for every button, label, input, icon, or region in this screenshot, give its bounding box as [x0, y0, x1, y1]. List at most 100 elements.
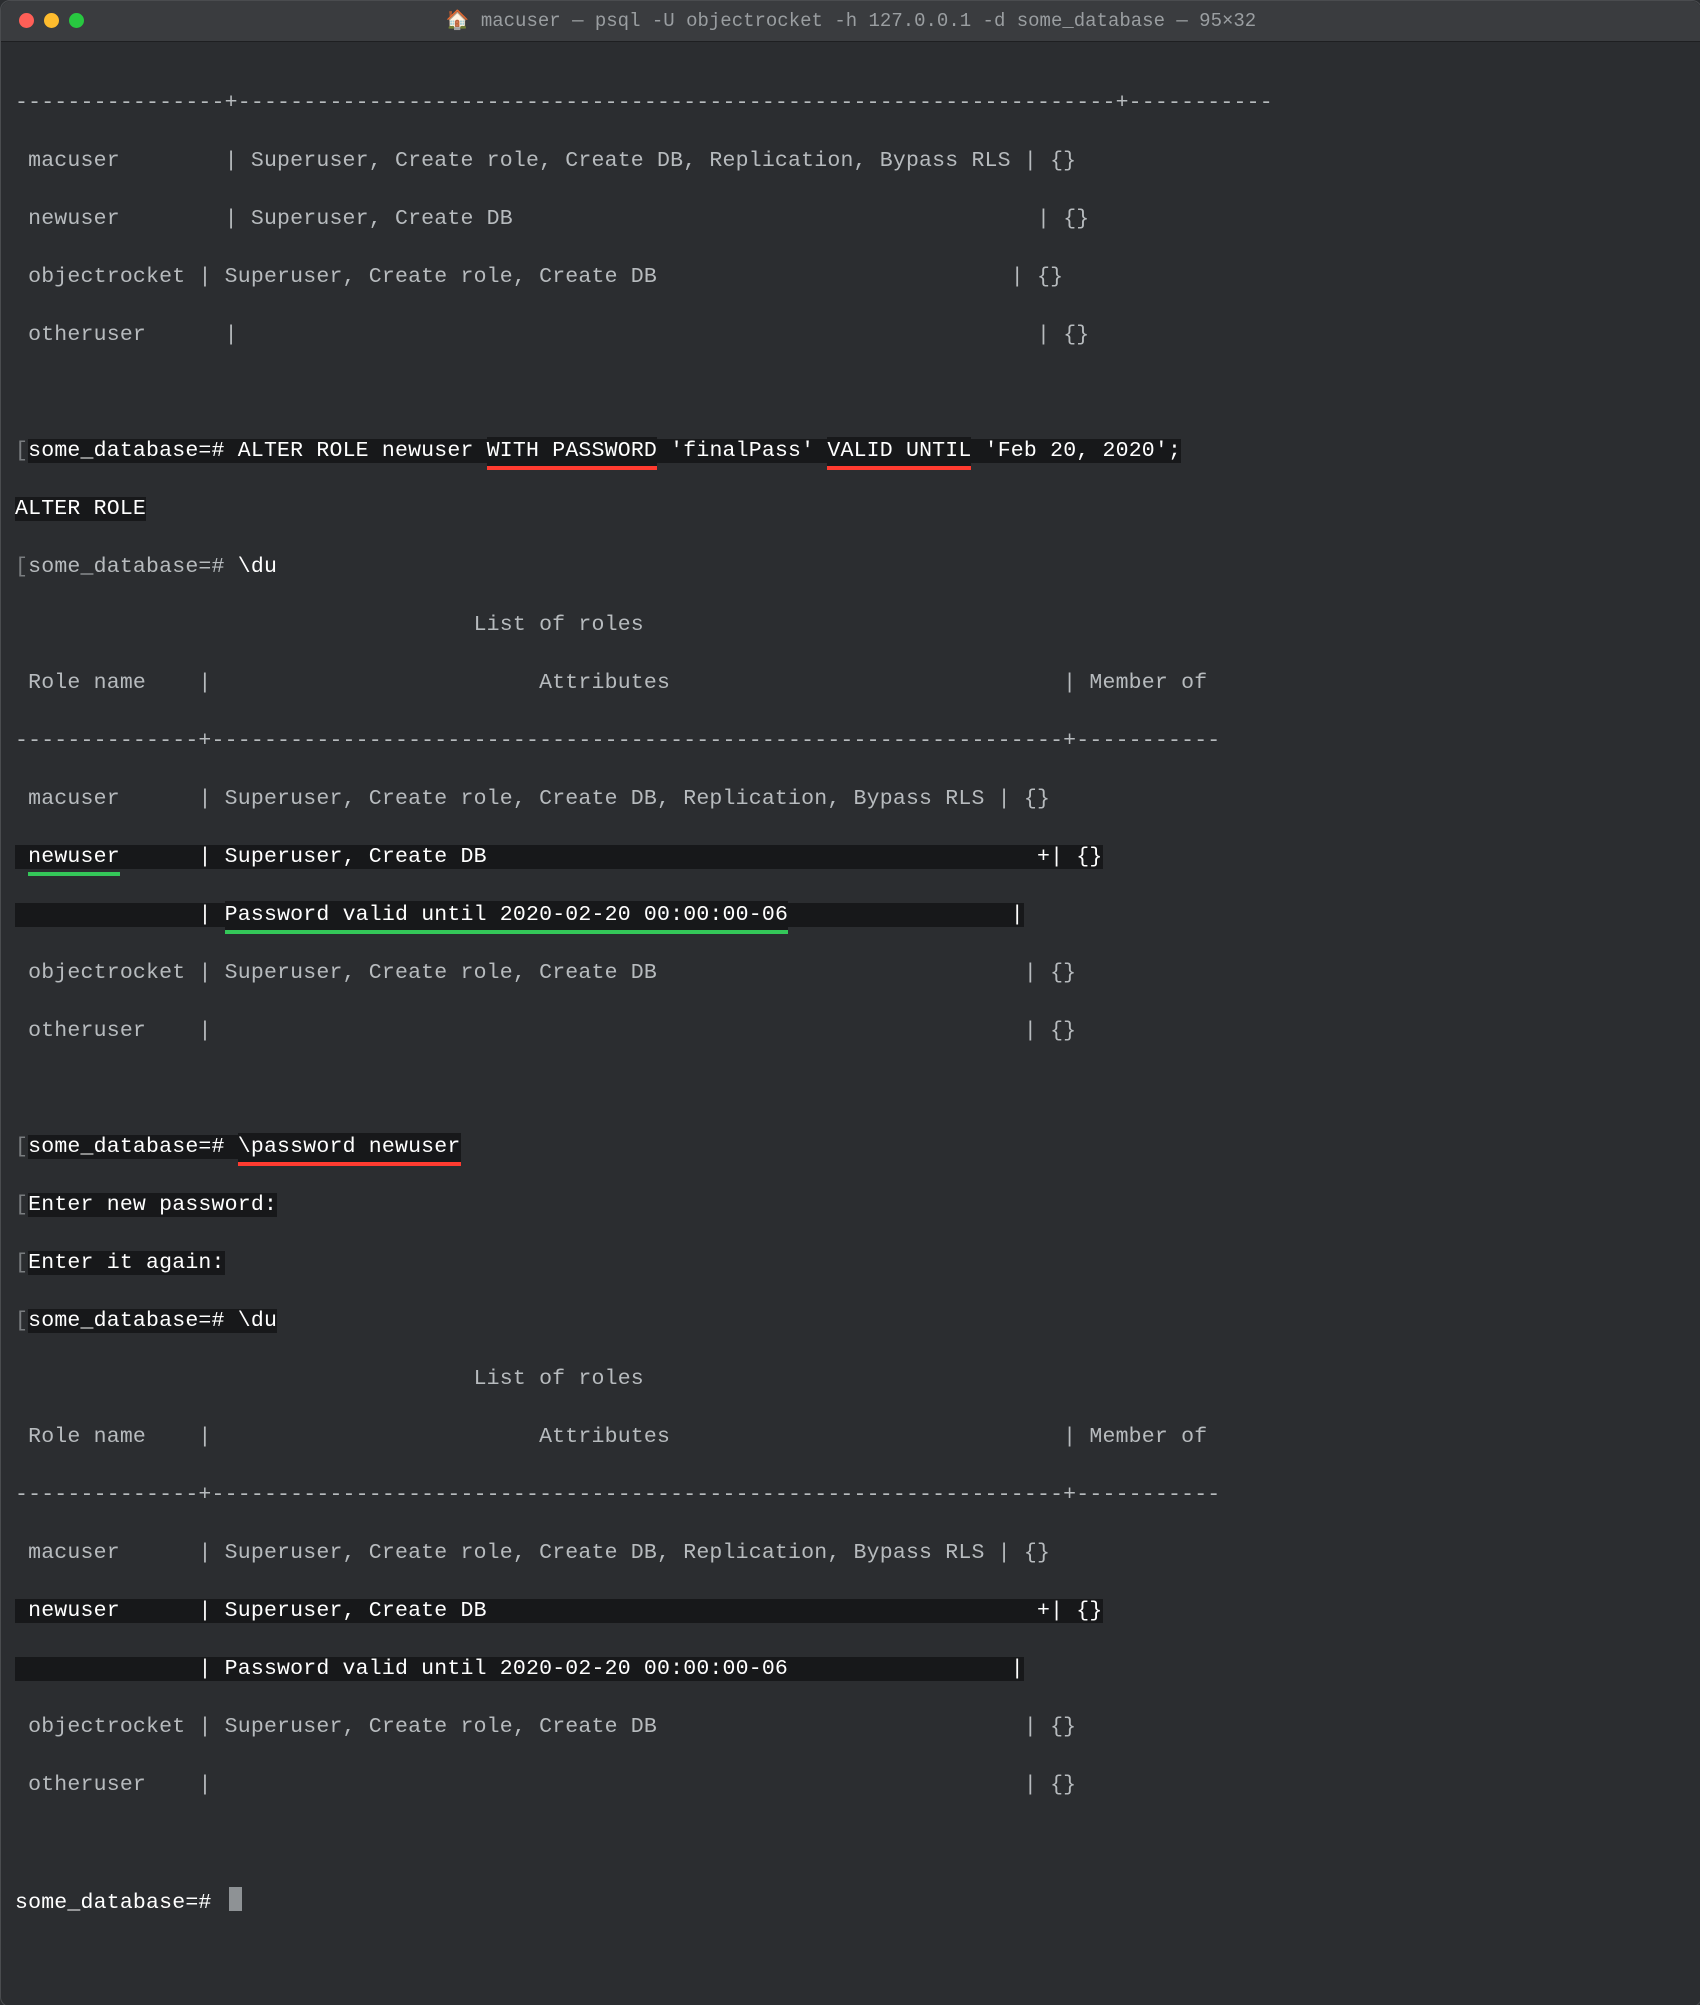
table-header: Role name | Attributes | Member of	[15, 1423, 1687, 1452]
cell: |	[225, 323, 1037, 347]
password-prompt: Enter it again:	[28, 1251, 225, 1275]
cell: | Superuser, Create role, Create DB, Rep…	[225, 149, 1024, 173]
cmd-keyword: WITH PASSWORD	[487, 437, 657, 466]
cell: | Superuser, Create DB	[225, 207, 1037, 231]
output-line: [Enter new password:	[15, 1191, 1687, 1220]
table-header: Role name | Attributes | Member of	[15, 669, 1687, 698]
table-row: macuser | Superuser, Create role, Create…	[15, 1539, 1687, 1568]
cell: objectrocket	[15, 961, 198, 985]
table-row: | Password valid until 2020-02-20 00:00:…	[15, 901, 1687, 930]
cell: | {}	[998, 1541, 1050, 1565]
table-row: otheruser | | {}	[15, 321, 1687, 350]
cell: | {}	[1024, 1715, 1076, 1739]
table-row: newuser | Superuser, Create DB +| {}	[15, 843, 1687, 872]
prompt: some_database=#	[28, 1309, 238, 1333]
cell	[15, 1657, 198, 1681]
cell: | Superuser, Create role, Create DB, Rep…	[198, 787, 997, 811]
cell: objectrocket	[15, 1715, 198, 1739]
cell: otheruser	[15, 1773, 198, 1797]
cell: | Superuser, Create DB +	[198, 845, 1050, 869]
cell: | {}	[1037, 207, 1089, 231]
minimize-icon[interactable]	[44, 13, 59, 28]
cmd-text: \du	[238, 555, 277, 579]
cmd-text: 'finalPass'	[657, 439, 827, 463]
command-line: [some_database=# ALTER ROLE newuser WITH…	[15, 437, 1687, 466]
separator-line: --------------+-------------------------…	[15, 1481, 1687, 1510]
command-line: [some_database=# \du	[15, 1307, 1687, 1336]
cell: macuser	[15, 149, 225, 173]
cell: |	[1011, 1657, 1024, 1681]
cell: | {}	[1011, 265, 1063, 289]
output-line: ALTER ROLE	[15, 495, 1687, 524]
cell: otheruser	[15, 1019, 198, 1043]
window-controls	[19, 13, 84, 28]
output-line: [Enter it again:	[15, 1249, 1687, 1278]
command-line: [some_database=# \password newuser	[15, 1133, 1687, 1162]
sql-response: ALTER ROLE	[15, 497, 146, 521]
role-newuser: newuser	[28, 843, 120, 872]
prompt-line[interactable]: some_database=#	[15, 1887, 1687, 1918]
cell: | Superuser, Create role, Create DB	[198, 1715, 1023, 1739]
command-line: [some_database=# \du	[15, 553, 1687, 582]
cell	[788, 903, 1011, 927]
cell: newuser	[15, 1599, 198, 1623]
cell: newuser	[15, 207, 225, 231]
table-row: newuser | Superuser, Create DB +| {}	[15, 1597, 1687, 1626]
titlebar: 🏠 macuser — psql -U objectrocket -h 127.…	[1, 1, 1700, 42]
bracket-icon: [	[15, 439, 28, 463]
maximize-icon[interactable]	[69, 13, 84, 28]
bracket-icon: [	[15, 1251, 28, 1275]
terminal-body[interactable]: ----------------+-----------------------…	[1, 42, 1700, 2005]
prompt: some_database=#	[28, 439, 238, 463]
cell: | Superuser, Create role, Create DB, Rep…	[198, 1541, 997, 1565]
cmd-keyword: VALID UNTIL	[827, 437, 971, 466]
table-row: otheruser | | {}	[15, 1017, 1687, 1046]
prompt: some_database=#	[28, 555, 238, 579]
cell: | {}	[1024, 149, 1076, 173]
cell: | Password valid until 2020-02-20 00:00:…	[198, 1657, 1010, 1681]
cell: |	[198, 1773, 1023, 1797]
cmd-password: \password newuser	[238, 1133, 461, 1162]
table-row: macuser | Superuser, Create role, Create…	[15, 147, 1687, 176]
prompt: some_database=#	[15, 1891, 225, 1915]
cell: otheruser	[15, 323, 225, 347]
cell: macuser	[15, 787, 198, 811]
cell: | Superuser, Create role, Create DB	[198, 961, 1023, 985]
cell: | {}	[1024, 1773, 1076, 1797]
cursor-icon	[229, 1887, 242, 1911]
cell: |	[1011, 903, 1024, 927]
cell: | Superuser, Create role, Create DB	[198, 265, 1010, 289]
cell: | {}	[1037, 323, 1089, 347]
table-title: List of roles	[15, 611, 1687, 640]
separator-line: ----------------+-----------------------…	[15, 89, 1687, 118]
cell: | {}	[1024, 961, 1076, 985]
cell: | {}	[1024, 1019, 1076, 1043]
cell	[15, 903, 198, 927]
cell: |	[198, 903, 224, 927]
password-prompt: Enter new password:	[28, 1193, 277, 1217]
close-icon[interactable]	[19, 13, 34, 28]
cell: | {}	[1050, 1599, 1102, 1623]
blank-line	[15, 1075, 1687, 1104]
blank-line	[15, 379, 1687, 408]
table-row: macuser | Superuser, Create role, Create…	[15, 785, 1687, 814]
bracket-icon: [	[15, 1135, 28, 1159]
separator-line: --------------+-------------------------…	[15, 727, 1687, 756]
cell: |	[198, 1019, 1023, 1043]
table-row: newuser | Superuser, Create DB | {}	[15, 205, 1687, 234]
cell: objectrocket	[15, 265, 198, 289]
table-row: otheruser | | {}	[15, 1771, 1687, 1800]
window-title: 🏠 macuser — psql -U objectrocket -h 127.…	[1, 8, 1700, 35]
password-valid-until: Password valid until 2020-02-20 00:00:00…	[225, 901, 788, 930]
cmd-text: \du	[238, 1309, 277, 1333]
prompt: some_database=#	[28, 1135, 238, 1159]
table-row: | Password valid until 2020-02-20 00:00:…	[15, 1655, 1687, 1684]
bracket-icon: [	[15, 555, 28, 579]
table-row: objectrocket | Superuser, Create role, C…	[15, 959, 1687, 988]
cell: | {}	[998, 787, 1050, 811]
cmd-text: ALTER ROLE newuser	[238, 439, 487, 463]
cell: | {}	[1050, 845, 1102, 869]
cell: macuser	[15, 1541, 198, 1565]
bracket-icon: [	[15, 1309, 28, 1333]
terminal-window: 🏠 macuser — psql -U objectrocket -h 127.…	[0, 0, 1700, 2005]
